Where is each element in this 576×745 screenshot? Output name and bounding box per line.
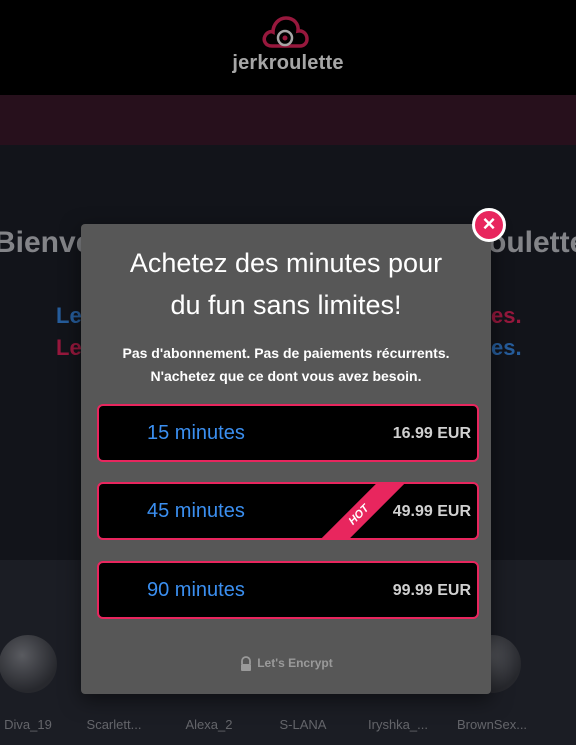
plan-price: 16.99 EUR bbox=[392, 425, 471, 442]
lets-encrypt-label: Let's Encrypt bbox=[257, 656, 333, 671]
plan-price: 49.99 EUR bbox=[392, 503, 471, 520]
modal-subtitle-line-1: Pas d'abonnement. Pas de paiements récur… bbox=[122, 345, 450, 361]
lets-encrypt-badge: Let's Encrypt bbox=[81, 656, 491, 672]
plan-option-15[interactable]: 15 minutes 16.99 EUR bbox=[97, 404, 479, 462]
plan-duration: 45 minutes bbox=[147, 500, 245, 522]
purchase-minutes-modal: Achetez des minutes pour du fun sans lim… bbox=[81, 224, 491, 694]
plan-duration: 90 minutes bbox=[147, 579, 245, 601]
plan-option-90[interactable]: 90 minutes 99.99 EUR bbox=[97, 561, 479, 619]
modal-title-line-1: Achetez des minutes pour bbox=[129, 248, 443, 278]
close-modal-button[interactable]: × bbox=[472, 208, 506, 242]
plan-price: 99.99 EUR bbox=[392, 582, 471, 599]
modal-title-line-2: du fun sans limites! bbox=[170, 290, 402, 320]
modal-subtitle: Pas d'abonnement. Pas de paiements récur… bbox=[81, 342, 491, 388]
plan-option-45[interactable]: 45 minutes HOT 49.99 EUR bbox=[97, 482, 479, 540]
modal-title: Achetez des minutes pour du fun sans lim… bbox=[81, 242, 491, 326]
plan-duration: 15 minutes bbox=[147, 422, 245, 444]
modal-subtitle-line-2: N'achetez que ce dont vous avez besoin. bbox=[150, 368, 422, 384]
hot-badge: HOT bbox=[313, 484, 405, 538]
padlock-icon bbox=[241, 656, 252, 671]
